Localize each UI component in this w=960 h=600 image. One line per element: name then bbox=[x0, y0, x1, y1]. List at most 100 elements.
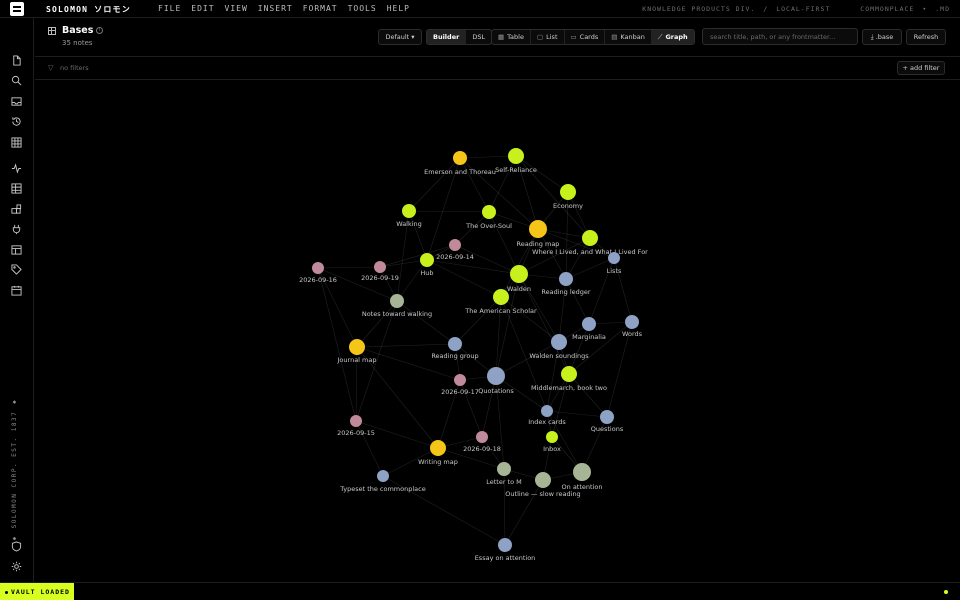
graph-node-dot[interactable] bbox=[449, 239, 461, 251]
view-graph-button[interactable]: ⟋ Graph bbox=[651, 30, 694, 44]
history-icon[interactable] bbox=[11, 116, 22, 127]
graph-node-dot[interactable] bbox=[487, 367, 505, 385]
base-export-button[interactable]: ⤓ .base bbox=[862, 29, 902, 45]
graph-node[interactable]: 2026-09-18 bbox=[463, 431, 501, 453]
graph-node[interactable]: Writing map bbox=[418, 440, 458, 466]
graph-node[interactable]: Notes toward walking bbox=[362, 294, 432, 318]
grid-icon[interactable] bbox=[11, 137, 22, 148]
graph-node-dot[interactable] bbox=[508, 148, 524, 164]
view-label: Table bbox=[507, 33, 524, 41]
view-cards-button[interactable]: ▭ Cards bbox=[565, 30, 606, 44]
view-table-button[interactable]: ▦ Table bbox=[492, 30, 531, 44]
graph-node-dot[interactable] bbox=[374, 261, 386, 273]
gear-icon[interactable] bbox=[11, 561, 22, 572]
graph-node-dot[interactable] bbox=[390, 294, 404, 308]
view-kanban-button[interactable]: ▤ Kanban bbox=[605, 30, 652, 44]
graph-node-dot[interactable] bbox=[559, 272, 573, 286]
graph-node[interactable]: Letter to M bbox=[486, 462, 522, 486]
graph-node-dot[interactable] bbox=[454, 374, 466, 386]
preset-dropdown[interactable]: Default ▾ bbox=[378, 29, 422, 45]
graph-node[interactable]: On attention bbox=[562, 463, 603, 491]
graph-node[interactable]: Emerson and Thoreau bbox=[424, 151, 496, 176]
search-icon[interactable] bbox=[11, 75, 22, 86]
graph-node-dot[interactable] bbox=[497, 462, 511, 476]
graph-node[interactable]: Questions bbox=[591, 410, 624, 433]
graph-node[interactable]: Quotations bbox=[478, 367, 514, 395]
graph-node-dot[interactable] bbox=[377, 470, 389, 482]
refresh-button[interactable]: Refresh bbox=[906, 29, 946, 45]
menu-file[interactable]: FILE bbox=[158, 4, 181, 13]
graph-node-dot[interactable] bbox=[582, 317, 596, 331]
file-icon[interactable] bbox=[11, 55, 22, 66]
graph-node-dot[interactable] bbox=[600, 410, 614, 424]
graph-node[interactable]: Reading group bbox=[431, 337, 479, 360]
graph-node-dot[interactable] bbox=[608, 252, 620, 264]
graph-node-dot[interactable] bbox=[350, 415, 362, 427]
graph-node-dot[interactable] bbox=[493, 289, 509, 305]
graph-node[interactable]: Reading ledger bbox=[541, 272, 591, 296]
graph-node[interactable]: Hub bbox=[420, 253, 434, 277]
menu-tools[interactable]: TOOLS bbox=[348, 4, 377, 13]
table-icon[interactable] bbox=[11, 183, 22, 194]
graph-node[interactable]: 2026-09-16 bbox=[299, 262, 337, 284]
graph-node-dot[interactable] bbox=[546, 431, 558, 443]
menu-edit[interactable]: EDIT bbox=[191, 4, 214, 13]
info-icon[interactable]: i bbox=[96, 27, 103, 34]
graph-node-dot[interactable] bbox=[349, 339, 365, 355]
graph-node-dot[interactable] bbox=[529, 220, 547, 238]
graph-node-dot[interactable] bbox=[312, 262, 324, 274]
menu-format[interactable]: FORMAT bbox=[303, 4, 338, 13]
menu-help[interactable]: HELP bbox=[387, 4, 410, 13]
calendar-icon[interactable] bbox=[11, 285, 22, 296]
graph-node-dot[interactable] bbox=[498, 538, 512, 552]
graph-node-dot[interactable] bbox=[430, 440, 446, 456]
inbox-icon[interactable] bbox=[11, 96, 22, 107]
graph-node-dot[interactable] bbox=[476, 431, 488, 443]
mode-dsl-button[interactable]: DSL bbox=[466, 30, 491, 44]
logo-icon[interactable] bbox=[10, 2, 24, 16]
graph-node-dot[interactable] bbox=[573, 463, 591, 481]
shield-icon[interactable] bbox=[11, 541, 22, 552]
graph-canvas[interactable]: Emerson and Thoreau Self-Reliance Economy W… bbox=[35, 80, 960, 582]
graph-node-dot[interactable] bbox=[510, 265, 528, 283]
plug-icon[interactable] bbox=[11, 224, 22, 235]
graph-node[interactable]: 2026-09-14 bbox=[436, 239, 474, 261]
graph-node-dot[interactable] bbox=[420, 253, 434, 267]
blocks-icon[interactable] bbox=[11, 204, 22, 215]
view-list-button[interactable]: ▢ List bbox=[531, 30, 565, 44]
graph-node-dot[interactable] bbox=[551, 334, 567, 350]
graph-node[interactable]: 2026-09-15 bbox=[337, 415, 375, 437]
graph-node[interactable]: Walking bbox=[396, 204, 422, 228]
mode-builder-button[interactable]: Builder bbox=[427, 30, 467, 44]
graph-node[interactable]: Self-Reliance bbox=[495, 148, 537, 174]
graph-node[interactable]: Index cards bbox=[528, 405, 566, 426]
graph-node-dot[interactable] bbox=[453, 151, 467, 165]
graph-node-dot[interactable] bbox=[561, 366, 577, 382]
menu-view[interactable]: VIEW bbox=[225, 4, 248, 13]
add-filter-button[interactable]: + add filter bbox=[897, 61, 945, 75]
graph-node-dot[interactable] bbox=[541, 405, 553, 417]
graph-node[interactable]: Essay on attention bbox=[475, 538, 536, 562]
graph-node[interactable]: Marginalia bbox=[572, 317, 606, 341]
graph-node[interactable]: Words bbox=[622, 315, 643, 338]
graph-node-dot[interactable] bbox=[625, 315, 639, 329]
graph-node-dot[interactable] bbox=[535, 472, 551, 488]
menu-insert[interactable]: INSERT bbox=[258, 4, 293, 13]
graph-node[interactable]: Middlemarch, book two bbox=[531, 366, 607, 392]
graph-node-dot[interactable] bbox=[560, 184, 576, 200]
graph-node[interactable]: 2026-09-19 bbox=[361, 261, 399, 282]
graph-node[interactable]: Inbox bbox=[543, 431, 561, 453]
graph-node-dot[interactable] bbox=[402, 204, 416, 218]
search-input[interactable] bbox=[702, 28, 858, 45]
graph-node-dot[interactable] bbox=[582, 230, 598, 246]
calendar-grid-icon[interactable] bbox=[11, 244, 22, 255]
graph-node-dot[interactable] bbox=[448, 337, 462, 351]
graph-node[interactable]: Reading map bbox=[517, 220, 560, 248]
tag-icon[interactable] bbox=[11, 264, 22, 275]
activity-icon[interactable] bbox=[11, 163, 22, 174]
filter-status: no filters bbox=[60, 64, 89, 72]
graph-node-dot[interactable] bbox=[482, 205, 496, 219]
graph-node[interactable]: 2026-09-17 bbox=[441, 374, 479, 396]
graph-node[interactable]: Economy bbox=[553, 184, 583, 210]
graph-node[interactable]: Typeset the commonplace bbox=[339, 470, 426, 493]
